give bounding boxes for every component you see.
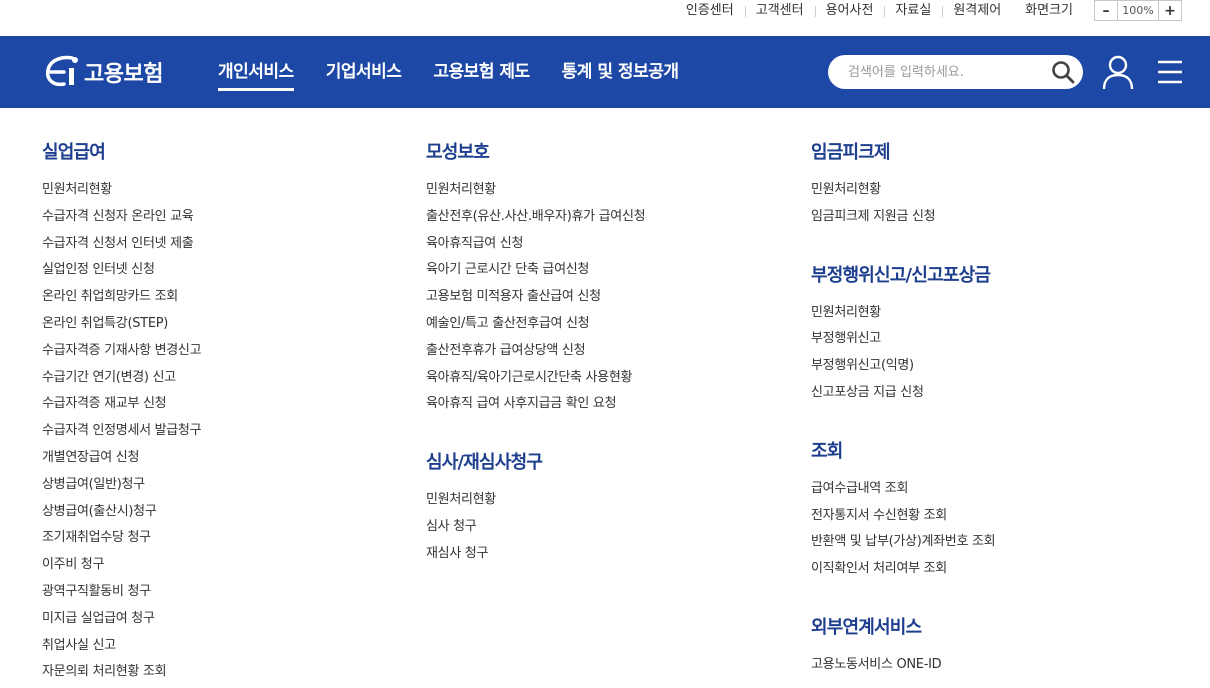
menu-link[interactable]: 예술인/특고 출산전후급여 신청 [426, 311, 645, 338]
util-link-customer-center[interactable]: 고객센터 [744, 1, 815, 21]
menu-link[interactable]: 상병급여(출산시)청구 [42, 499, 201, 526]
search-box [828, 55, 1083, 89]
menu-link[interactable]: 자문의뢰 처리현황 조회 [42, 659, 201, 686]
menu-column-2: 모성보호 민원처리현황 출산전후(유산.사산.배우자)휴가 급여신청 육아휴직급여 신… [426, 140, 646, 568]
menu-link[interactable]: 미지급 실업급여 청구 [42, 606, 201, 633]
menu-section-title: 외부연계서비스 [811, 616, 922, 638]
menu-link[interactable]: 민원처리현황 [426, 487, 645, 514]
menu-link[interactable]: 민원처리현황 [811, 177, 995, 204]
logo-mark-icon [45, 55, 78, 87]
menu-link[interactable]: 재심사 청구 [426, 541, 645, 568]
zoom-out-button[interactable]: – [1095, 1, 1117, 20]
menu-column-1: 실업급여민원처리현황 수급자격 신청자 온라인 교육 수급자격 신청서 인터넷 제출… [42, 140, 202, 686]
menu-section-title: 임금피크제 [811, 142, 891, 163]
menu-link-list: 고용노동서비스 ONE-ID [811, 652, 995, 679]
nav-statistics-info[interactable]: 통계 및 정보공개 [562, 36, 679, 108]
search-icon [1052, 61, 1075, 84]
menu-link[interactable]: 고용보험 미적용자 출산급여 신청 [426, 284, 645, 311]
menu-section-title: 조회 [811, 440, 843, 462]
menu-link[interactable]: 민원처리현황 [811, 300, 995, 327]
menu-section-title: 부정행위신고/신고포상금 [811, 264, 991, 286]
menu-link[interactable]: 온라인 취업희망카드 조회 [42, 284, 201, 311]
logo[interactable]: 고용보험 [42, 50, 163, 94]
menu-link[interactable]: 반환액 및 납부(가상)계좌번호 조회 [811, 529, 996, 556]
menu-link[interactable]: 수급자격 신청서 인터넷 제출 [42, 231, 201, 258]
menu-link[interactable]: 이주비 청구 [42, 552, 201, 579]
menu-link-list: 민원처리현황 임금피크제 지원금 신청 [811, 177, 995, 231]
menu-section: 외부연계서비스고용노동서비스 ONE-ID [811, 615, 995, 679]
zoom-label: 화면크기 [1025, 3, 1073, 18]
util-link-glossary[interactable]: 용어사전 [814, 1, 885, 21]
menu-link[interactable]: 급여수급내역 조회 [811, 476, 995, 503]
menu-link[interactable]: 고용노동서비스 ONE-ID [811, 652, 995, 679]
menu-link[interactable]: 임금피크제 지원금 신청 [811, 204, 995, 231]
utility-links: 인증센터 고객센터 용어사전 자료실 원격제어 화면크기 [675, 0, 1084, 22]
menu-link-list: 민원처리현황 출산전후(유산.사산.배우자)휴가 급여신청 육아휴직급여 신청 육아기… [426, 177, 646, 418]
menu-section: 임금피크제민원처리현황 임금피크제 지원금 신청 [811, 140, 995, 231]
menu-link[interactable]: 광역구직활동비 청구 [42, 579, 201, 606]
all-menu-button[interactable] [1154, 56, 1186, 88]
menu-link[interactable]: 이직확인서 처리여부 조회 [811, 556, 995, 583]
menu-section-title: 실업급여 [42, 142, 106, 163]
menu-link[interactable]: 육아기 근로시간 단축 급여신청 [426, 257, 645, 284]
menu-link[interactable]: 수급기간 연기(변경) 신고 [42, 365, 201, 392]
menu-section: 심사/재심사청구민원처리현황 심사 청구 재심사 청구 [426, 450, 645, 567]
menu-link[interactable]: 육아휴직 급여 사후지급금 확인 요청 [426, 391, 645, 418]
menu-column-3: 임금피크제 민원처리현황 임금피크제 지원금 신청 부정행위신고/신고포상금 민원처리현… [811, 140, 996, 679]
menu-section-title: 심사/재심사청구 [426, 452, 543, 474]
zoom-value: 100% [1117, 1, 1159, 20]
menu-link[interactable]: 수급자격증 기재사항 변경신고 [42, 338, 202, 365]
menu-link[interactable]: 부정행위신고(익명) [811, 353, 995, 380]
menu-link[interactable]: 개별연장급여 신청 [42, 445, 201, 472]
zoom-in-button[interactable]: + [1159, 1, 1181, 20]
menu-link[interactable]: 실업인정 인터넷 신청 [42, 257, 201, 284]
menu-link[interactable]: 조기재취업수당 청구 [42, 525, 201, 552]
menu-link[interactable]: 상병급여(일반)청구 [42, 472, 201, 499]
menu-link[interactable]: 민원처리현황 [426, 177, 645, 204]
menu-section: 실업급여민원처리현황 수급자격 신청자 온라인 교육 수급자격 신청서 인터넷 제출… [42, 140, 202, 686]
logo-text: 고용보험 [84, 62, 163, 87]
util-link-cert-center[interactable]: 인증센터 [675, 1, 745, 21]
search-input[interactable] [828, 55, 1043, 89]
util-link-remote-control[interactable]: 원격제어 [942, 1, 1012, 21]
main-nav: 개인서비스 기업서비스 고용보험 제도 통계 및 정보공개 [218, 36, 711, 108]
nav-insurance-system[interactable]: 고용보험 제도 [433, 36, 530, 108]
login-button[interactable] [1100, 52, 1136, 92]
user-icon [1102, 55, 1134, 90]
menu-link[interactable]: 육아휴직급여 신청 [426, 231, 645, 258]
search-button[interactable] [1043, 55, 1083, 89]
menu-section-title: 모성보호 [426, 142, 490, 163]
menu-link-list: 민원처리현황 수급자격 신청자 온라인 교육 수급자격 신청서 인터넷 제출 실업인정… [42, 177, 202, 686]
menu-link[interactable]: 수급자격 신청자 온라인 교육 [42, 204, 201, 231]
menu-link[interactable]: 수급자격 인정명세서 발급청구 [42, 418, 202, 445]
menu-link[interactable]: 심사 청구 [426, 514, 645, 541]
menu-link-list: 민원처리현황 심사 청구 재심사 청구 [426, 487, 645, 567]
menu-link[interactable]: 부정행위신고 [811, 326, 995, 353]
menu-section: 부정행위신고/신고포상금민원처리현황 부정행위신고 부정행위신고(익명) 신고포상금 … [811, 263, 995, 407]
menu-link[interactable]: 수급자격증 재교부 신청 [42, 391, 201, 418]
menu-link[interactable]: 출산전후(유산.사산.배우자)휴가 급여신청 [426, 204, 646, 231]
menu-link[interactable]: 육아휴직/육아기근로시간단축 사용현황 [426, 365, 645, 392]
menu-link[interactable]: 민원처리현황 [42, 177, 201, 204]
menu-link[interactable]: 온라인 취업특강(STEP) [42, 311, 201, 338]
menu-link[interactable]: 출산전후휴가 급여상당액 신청 [426, 338, 645, 365]
menu-link[interactable]: 취업사실 신고 [42, 633, 201, 660]
nav-personal-service[interactable]: 개인서비스 [218, 36, 294, 108]
hamburger-icon [1158, 60, 1182, 84]
zoom-control: – 100% + [1094, 0, 1182, 21]
util-link-archive[interactable]: 자료실 [884, 1, 942, 21]
menu-link[interactable]: 신고포상금 지급 신청 [811, 380, 995, 407]
utility-bar: 인증센터 고객센터 용어사전 자료실 원격제어 화면크기 – 100% + [0, 0, 1210, 36]
nav-business-service[interactable]: 기업서비스 [326, 36, 402, 108]
menu-link-list: 급여수급내역 조회 전자통지서 수신현황 조회 반환액 및 납부(가상)계좌번호 조… [811, 476, 996, 583]
menu-link-list: 민원처리현황 부정행위신고 부정행위신고(익명) 신고포상금 지급 신청 [811, 300, 995, 407]
menu-section: 조회급여수급내역 조회 전자통지서 수신현황 조회 반환액 및 납부(가상)계좌번호… [811, 439, 996, 583]
menu-section: 모성보호민원처리현황 출산전후(유산.사산.배우자)휴가 급여신청 육아휴직급여 신… [426, 140, 646, 418]
header: 고용보험 개인서비스 기업서비스 고용보험 제도 통계 및 정보공개 [0, 36, 1210, 108]
menu-link[interactable]: 전자통지서 수신현황 조회 [811, 503, 995, 530]
